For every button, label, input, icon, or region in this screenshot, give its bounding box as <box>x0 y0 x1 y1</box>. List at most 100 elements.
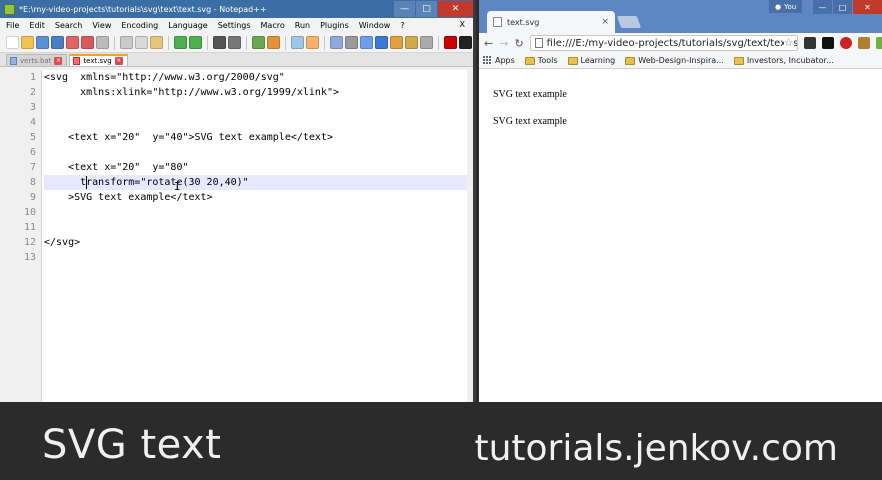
stop-macro-icon[interactable] <box>459 36 472 49</box>
bookmark-star-icon[interactable]: ☆ <box>783 36 794 49</box>
browser-page-content: SVG text example SVG text example <box>479 70 882 402</box>
reload-icon[interactable]: ↻ <box>514 37 523 50</box>
bookmark-learning[interactable]: Learning <box>567 56 616 65</box>
extension-stop-icon[interactable] <box>839 37 852 49</box>
find-icon[interactable] <box>213 36 226 49</box>
extension-m-icon[interactable] <box>803 37 816 49</box>
extension-user-icon[interactable] <box>857 37 870 49</box>
sync-horizontal-icon[interactable] <box>306 36 319 49</box>
undo-icon[interactable] <box>174 36 187 49</box>
notepad-app-icon <box>4 3 15 15</box>
cut-icon[interactable] <box>120 36 133 49</box>
tab-label: verts.bat <box>20 56 52 65</box>
maximize-icon[interactable]: □ <box>832 0 852 14</box>
print-icon[interactable] <box>96 36 109 49</box>
browser-window: text.svg × ● You — □ ✕ ← → ↻ file:///E:/… <box>479 0 882 402</box>
menu-edit[interactable]: Edit <box>29 21 45 30</box>
unsaved-file-icon <box>73 57 81 65</box>
folder-icon <box>567 56 578 65</box>
maximize-icon[interactable]: □ <box>415 1 437 17</box>
copy-icon[interactable] <box>135 36 148 49</box>
profile-button[interactable]: ● You <box>769 0 803 13</box>
bookmark-tools[interactable]: Tools <box>524 56 558 65</box>
save-icon[interactable] <box>36 36 49 49</box>
code-line: </svg> <box>44 237 81 248</box>
sync-scroll-icon[interactable] <box>291 36 304 49</box>
menu-window[interactable]: Window <box>359 21 391 30</box>
menu-encoding[interactable]: Encoding <box>121 21 158 30</box>
text-caret <box>86 176 87 189</box>
tab-label: text.svg <box>83 57 112 65</box>
menu-view[interactable]: View <box>92 21 111 30</box>
code-line: >SVG text example</text> <box>44 192 213 203</box>
close-icon[interactable]: ✕ <box>852 0 882 14</box>
back-arrow-icon[interactable]: ← <box>484 37 493 50</box>
minimize-icon[interactable]: — <box>812 0 832 14</box>
menu-macro[interactable]: Macro <box>261 21 285 30</box>
code-editor[interactable]: 1 2 3 4 5 6 7 8 9 10 11 12 13 <svg xmlns… <box>6 70 467 402</box>
bookmark-web-design[interactable]: Web-Design-Inspira... <box>625 56 724 65</box>
address-url: file:///E:/my-video-projects/tutorials/s… <box>546 37 798 49</box>
zoom-out-icon[interactable] <box>267 36 280 49</box>
user-language-icon[interactable] <box>375 36 388 49</box>
mouse-ibeam-cursor-icon: I <box>174 180 181 193</box>
bookmark-apps[interactable]: Apps <box>483 56 515 65</box>
bookmarks-bar: Apps Tools Learning Web-Design-Inspira..… <box>479 53 882 69</box>
bookmark-label: Web-Design-Inspira... <box>638 56 724 65</box>
save-all-icon[interactable] <box>51 36 64 49</box>
tab-close-icon[interactable]: × <box>601 17 609 27</box>
line-number: 9 <box>29 192 36 203</box>
chrome-menu-icon[interactable] <box>875 37 882 49</box>
browser-tab-text-svg[interactable]: text.svg × <box>487 11 615 33</box>
browser-tabbar[interactable]: text.svg × ● You — □ ✕ <box>479 0 882 33</box>
notepad-titlebar[interactable]: *E:\my-video-projects\tutorials\svg\text… <box>0 0 473 18</box>
close-icon[interactable]: ✕ <box>437 1 473 17</box>
extension-layers-icon[interactable] <box>821 37 834 49</box>
record-macro-icon[interactable] <box>444 36 457 49</box>
tab-text-svg[interactable]: text.svg × <box>69 54 128 66</box>
bookmark-label: Learning <box>580 56 616 65</box>
zoom-in-icon[interactable] <box>252 36 265 49</box>
paste-icon[interactable] <box>150 36 163 49</box>
open-file-icon[interactable] <box>21 36 34 49</box>
replace-icon[interactable] <box>228 36 241 49</box>
desktop: *E:\my-video-projects\tutorials\svg\text… <box>0 0 882 480</box>
close-all-icon[interactable] <box>81 36 94 49</box>
tab-close-icon[interactable]: × <box>114 57 123 65</box>
bookmark-label: Investors, Incubator... <box>746 56 834 65</box>
new-tab-button[interactable] <box>616 16 642 28</box>
line-number: 7 <box>29 162 36 173</box>
indent-guide-icon[interactable] <box>360 36 373 49</box>
function-list-icon[interactable] <box>405 36 418 49</box>
line-number: 3 <box>29 102 36 113</box>
menu-help[interactable]: ? <box>400 21 404 30</box>
tab-close-icon[interactable]: × <box>54 56 63 65</box>
line-number: 10 <box>23 207 36 218</box>
line-number: 6 <box>29 147 36 158</box>
forward-arrow-icon[interactable]: → <box>499 37 508 50</box>
tab-verts-bat[interactable]: verts.bat × <box>6 54 68 66</box>
redo-icon[interactable] <box>189 36 202 49</box>
menu-run[interactable]: Run <box>295 21 310 30</box>
current-code-line: transform="rotate(30 20,40)" <box>44 175 467 190</box>
menu-plugins[interactable]: Plugins <box>320 21 349 30</box>
close-file-icon[interactable] <box>66 36 79 49</box>
menu-search[interactable]: Search <box>55 21 82 30</box>
menu-file[interactable]: File <box>6 21 19 30</box>
address-bar[interactable]: file:///E:/my-video-projects/tutorials/s… <box>529 35 798 51</box>
menu-language[interactable]: Language <box>168 21 207 30</box>
document-map-icon[interactable] <box>390 36 403 49</box>
show-all-chars-icon[interactable] <box>345 36 358 49</box>
new-file-icon[interactable] <box>6 36 19 49</box>
close-document-icon[interactable]: X <box>460 20 465 29</box>
code-area[interactable]: <svg xmlns="http://www.w3.org/2000/svg" … <box>44 70 467 402</box>
word-wrap-icon[interactable] <box>330 36 343 49</box>
monitoring-icon[interactable] <box>420 36 433 49</box>
menu-settings[interactable]: Settings <box>218 21 251 30</box>
bookmark-investors[interactable]: Investors, Incubator... <box>733 56 834 65</box>
minimize-icon[interactable]: — <box>393 1 415 17</box>
